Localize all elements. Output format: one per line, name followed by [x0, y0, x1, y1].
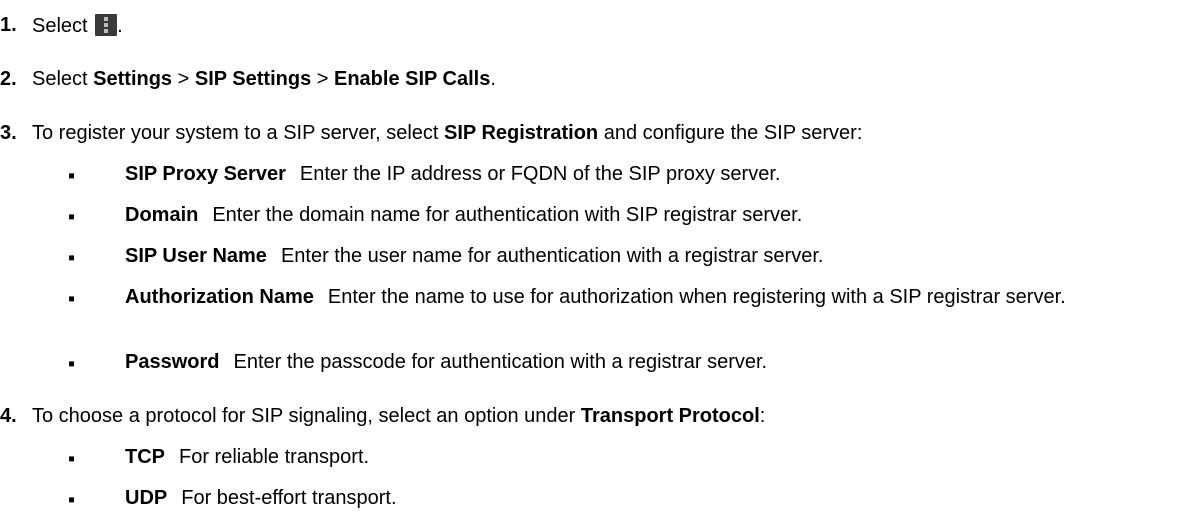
text-part: : — [759, 405, 766, 427]
item-desc: Enter the passcode for authentication wi… — [233, 351, 768, 373]
step-text: Select . — [32, 14, 123, 38]
bullet: ▪ — [68, 206, 76, 228]
more-menu-icon — [95, 14, 118, 36]
bullet: ▪ — [68, 288, 76, 310]
list-item-authorization-name: Authorization Name Enter the name to use … — [125, 286, 1195, 308]
item-term: SIP User Name — [125, 245, 267, 267]
list-item-domain: Domain Enter the domain name for authenti… — [125, 204, 802, 227]
menu-path-settings: Settings — [93, 68, 173, 90]
step-text: Select Settings > SIP Settings > Enable … — [32, 68, 496, 91]
bullet: ▪ — [68, 489, 76, 511]
item-desc: For reliable transport. — [179, 446, 370, 468]
step-text: To register your system to a SIP server,… — [32, 122, 862, 145]
text-part: Select — [32, 68, 94, 90]
item-desc: Enter the name to use for authorization … — [327, 286, 1066, 308]
text-part: To choose a protocol for SIP signaling, … — [32, 405, 581, 427]
text-part: and configure the SIP server: — [598, 122, 863, 144]
list-item-sip-user-name: SIP User Name Enter the user name for aut… — [125, 245, 823, 268]
bullet: ▪ — [68, 448, 76, 470]
bullet: ▪ — [68, 165, 76, 187]
text-part: > — [172, 68, 195, 90]
item-desc: Enter the IP address or FQDN of the SIP … — [299, 163, 781, 185]
item-term: UDP — [125, 487, 168, 509]
step-text-before: Select — [32, 15, 88, 37]
text-part: . — [490, 68, 496, 90]
step-number: 3. — [0, 122, 17, 144]
list-item-sip-proxy-server: SIP Proxy Server Enter the IP address or … — [125, 163, 780, 186]
menu-path-enable-sip-calls: Enable SIP Calls — [333, 68, 491, 90]
list-item-tcp: TCP For reliable transport. — [125, 446, 369, 469]
step-number: 2. — [0, 68, 17, 90]
item-desc: Enter the user name for authentication w… — [280, 245, 824, 267]
step-text: To choose a protocol for SIP signaling, … — [32, 405, 765, 428]
bullet: ▪ — [68, 353, 76, 375]
instructions-page: 1. Select . 2. Select Settings > SIP Set… — [0, 0, 1201, 519]
option-sip-registration: SIP Registration — [444, 122, 599, 144]
item-term: SIP Proxy Server — [125, 163, 286, 185]
item-term: Domain — [125, 204, 199, 226]
menu-path-sip-settings: SIP Settings — [194, 68, 312, 90]
item-desc: For best-effort transport. — [181, 487, 397, 509]
list-item-udp: UDP For best-effort transport. — [125, 487, 397, 510]
item-desc: Enter the domain name for authentication… — [212, 204, 803, 226]
step-number: 4. — [0, 405, 17, 427]
item-term: TCP — [125, 446, 165, 468]
bullet: ▪ — [68, 247, 76, 269]
item-term: Authorization Name — [125, 286, 314, 308]
text-part: > — [311, 68, 334, 90]
text-part: To register your system to a SIP server,… — [32, 122, 445, 144]
list-item-password: Password Enter the passcode for authentic… — [125, 351, 767, 374]
step-text-after: . — [117, 15, 123, 37]
item-term: Password — [125, 351, 220, 373]
option-transport-protocol: Transport Protocol — [580, 405, 760, 427]
step-number: 1. — [0, 14, 17, 36]
